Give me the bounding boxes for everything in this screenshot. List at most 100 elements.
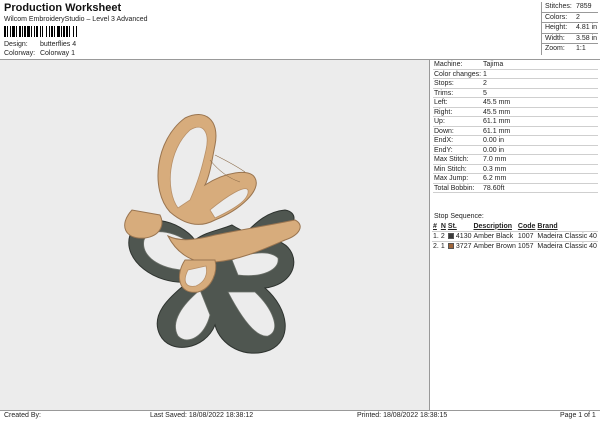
thread-code: 1057	[516, 240, 537, 251]
spec-label: Max Jump:	[434, 175, 469, 182]
summary-label: Stitches:	[545, 3, 572, 10]
spec-value: 1	[483, 70, 487, 78]
spec-value: 0.00 in	[483, 137, 505, 144]
spec-label: Min Stitch:	[434, 165, 467, 173]
colorway-label: Colorway:	[4, 50, 36, 57]
page-number: Page 1 of 1	[560, 412, 596, 419]
spec-row: Trims: 5	[433, 89, 598, 98]
col-header: Description	[473, 222, 512, 230]
design-preview	[0, 60, 430, 410]
summary-row: Height: 4.81 in	[542, 23, 598, 34]
spec-label: EndX:	[434, 137, 454, 144]
spec-label: Machine:	[434, 61, 463, 68]
page-title: Production Worksheet	[4, 2, 122, 14]
summary-row: Colors: 2	[542, 13, 598, 23]
spec-row: Left: 45.5 mm	[433, 98, 598, 108]
butterflies-embroidery-image	[124, 113, 301, 354]
software-subtitle: Wilcom EmbroideryStudio – Level 3 Advanc…	[4, 16, 148, 23]
spec-row: Max Jump: 6.2 mm	[433, 174, 598, 184]
spec-label: Color changes:	[434, 70, 482, 78]
spec-row: Min Stitch: 0.3 mm	[433, 165, 598, 174]
col-header: Code	[517, 222, 536, 230]
summary-value: 4.81 in	[576, 24, 598, 31]
thread-brand: Madeira Classic 40	[536, 240, 598, 251]
stop-number: 1.	[432, 230, 440, 241]
needle-number: 1	[439, 240, 447, 251]
spec-value: 0.00 in	[483, 146, 505, 154]
spec-value: 2	[483, 80, 487, 87]
col-header: Brand	[537, 222, 558, 230]
needle-number: 2	[439, 230, 447, 241]
barcode-bar	[77, 26, 78, 37]
footer-divider	[0, 410, 600, 411]
spec-value: 5	[483, 89, 487, 97]
spec-label: Total Bobbin:	[434, 184, 475, 192]
stop-number: 2.	[432, 240, 440, 251]
specs-table: Machine: Tajima Color changes: 1 Stops: 2 Trim…	[433, 60, 598, 193]
stitch-count: 4130	[446, 230, 473, 241]
spec-row: Up: 61.1 mm	[433, 117, 598, 127]
summary-row: Stitches: 7859	[542, 2, 598, 13]
barcode	[4, 26, 108, 37]
stop-sequence-title: Stop Sequence:	[434, 213, 484, 220]
printed-date: Printed: 18/08/2022 18:38:15	[357, 412, 448, 419]
summary-value: 3.58 in	[576, 34, 598, 42]
summary-row: Zoom: 1:1	[542, 44, 598, 55]
design-label: Design:	[4, 41, 28, 48]
spec-value: Tajima	[483, 61, 504, 68]
spec-label: EndY:	[434, 146, 453, 154]
colorway-row: Colorway: Colorway 1	[4, 50, 75, 57]
spec-value: 61.1 mm	[483, 127, 511, 135]
spec-row: EndY: 0.00 in	[433, 146, 598, 155]
design-value: butterflies 4	[39, 41, 77, 48]
summary-label: Width:	[545, 34, 565, 42]
spec-value: 0.3 mm	[483, 165, 507, 173]
summary-row: Width: 3.58 in	[542, 34, 598, 44]
spec-label: Down:	[434, 127, 454, 135]
spec-label: Up:	[434, 118, 445, 125]
spec-value: 78.60ft	[483, 184, 505, 192]
spec-value: 45.5 mm	[483, 108, 511, 116]
stop-sequence-header-row: # N St. Description Code Brand	[432, 222, 598, 231]
spec-label: Right:	[434, 108, 453, 116]
spec-value: 7.0 mm	[483, 156, 507, 163]
spec-row: Total Bobbin: 78.60ft	[433, 184, 598, 193]
spec-row: Down: 61.1 mm	[433, 127, 598, 136]
spec-row: Stops: 2	[433, 79, 598, 89]
stop-sequence-row: 2. 1 3727 Amber Brown 1057 Madeira Classic 40	[432, 240, 598, 251]
spec-row: Machine: Tajima	[433, 60, 598, 70]
spec-value: 45.5 mm	[483, 99, 511, 106]
stitch-count-value: 3727	[455, 242, 472, 250]
spec-label: Stops:	[434, 80, 454, 87]
spec-row: Color changes: 1	[433, 70, 598, 79]
summary-value: 7859	[576, 3, 592, 10]
stitch-count-value: 4130	[455, 232, 472, 240]
spec-label: Max Stitch:	[434, 156, 469, 163]
stop-sequence-row: 1. 2 4130 Amber Black 1007 Madeira Classic 40	[432, 230, 598, 241]
thread-code: 1007	[516, 230, 537, 241]
spec-label: Trims:	[434, 89, 454, 97]
summary-box: Stitches: 7859 Colors: 2 Height: 4.81 in Wi…	[541, 2, 598, 55]
summary-label: Height:	[545, 24, 568, 31]
stitch-count: 3727	[446, 240, 473, 251]
summary-value: 1:1	[576, 45, 586, 52]
thread-brand: Madeira Classic 40	[536, 230, 598, 241]
colorway-value: Colorway 1	[39, 50, 75, 57]
summary-label: Colors:	[545, 13, 568, 21]
col-header: N	[440, 222, 446, 230]
spec-row: EndX: 0.00 in	[433, 136, 598, 146]
thread-description: Amber Brown	[472, 240, 517, 251]
thread-color-swatch	[447, 242, 454, 249]
col-header: #	[433, 222, 437, 230]
spec-label: Left:	[434, 99, 448, 106]
col-header: St.	[447, 222, 457, 230]
last-saved: Last Saved: 18/08/2022 18:38:12	[150, 412, 254, 419]
created-by: Created By:	[4, 412, 41, 419]
design-row: Design: butterflies 4	[4, 41, 76, 48]
summary-label: Zoom:	[545, 45, 565, 52]
spec-row: Max Stitch: 7.0 mm	[433, 155, 598, 165]
thread-color-swatch	[447, 232, 454, 239]
thread-description: Amber Black	[472, 230, 517, 241]
spec-value: 6.2 mm	[483, 175, 507, 182]
summary-value: 2	[576, 13, 580, 21]
